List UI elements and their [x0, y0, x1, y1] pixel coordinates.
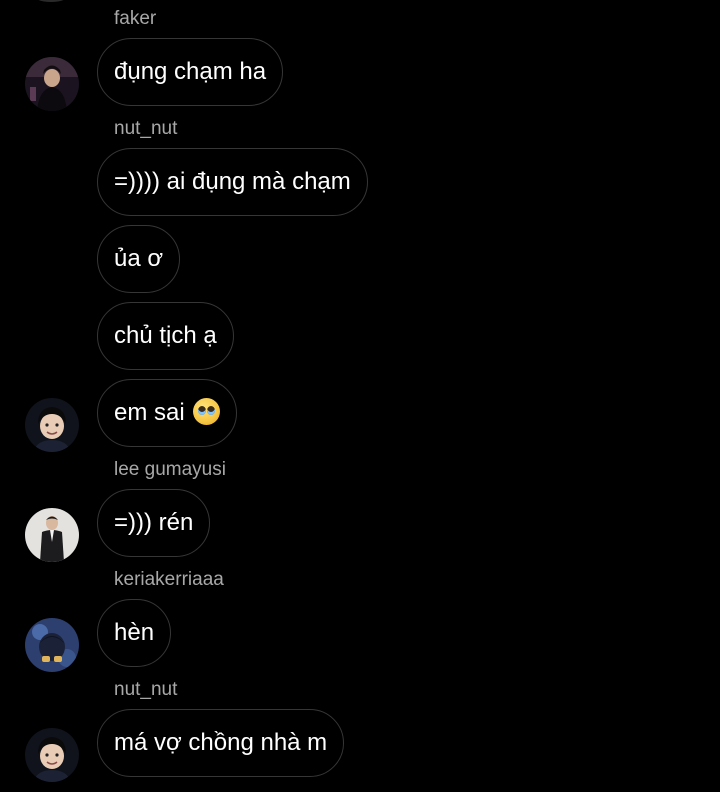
- avatar-nut-nut[interactable]: [25, 398, 79, 452]
- message-text: chủ tịch ạ: [114, 322, 217, 349]
- message-bubble[interactable]: đụng chạm ha: [97, 38, 284, 106]
- message-bubble[interactable]: =)))) ai đụng mà chạm: [97, 148, 368, 216]
- chat-thread: faker đụng chạm ha nut_nut =)))) ai đụng…: [0, 0, 720, 792]
- avatar-keria[interactable]: [25, 618, 79, 672]
- message-text: =))) rén: [114, 509, 194, 536]
- message-bubble[interactable]: chủ tịch ạ: [97, 302, 234, 370]
- avatar-faker[interactable]: [25, 57, 79, 111]
- message-bubble[interactable]: =))) rén: [97, 489, 211, 557]
- message-text: =)))) ai đụng mà chạm: [114, 168, 351, 195]
- sender-name[interactable]: nut_nut: [114, 118, 177, 140]
- message-bubble[interactable]: hèn: [97, 599, 172, 667]
- message-text: em sai: [114, 399, 185, 426]
- message-bubble[interactable]: má vợ chồng nhà m: [97, 709, 345, 777]
- sender-name[interactable]: faker: [114, 8, 156, 30]
- message-text: hèn: [114, 619, 155, 646]
- message-text: má vợ chồng nhà m: [114, 729, 328, 756]
- message-bubble[interactable]: em sai: [97, 379, 238, 447]
- avatar-nut-nut[interactable]: [25, 728, 79, 782]
- pleading-face-emoji: [193, 398, 221, 425]
- message-bubble[interactable]: ủa ơ: [97, 225, 181, 293]
- avatar-partial[interactable]: [33, 0, 69, 2]
- sender-name[interactable]: nut_nut: [114, 679, 177, 701]
- sender-name[interactable]: keriakerriaaa: [114, 569, 224, 591]
- message-text: đụng chạm ha: [114, 58, 267, 85]
- avatar-gumayusi[interactable]: [25, 508, 79, 562]
- sender-name[interactable]: lee gumayusi: [114, 459, 226, 481]
- message-text: ủa ơ: [114, 245, 164, 272]
